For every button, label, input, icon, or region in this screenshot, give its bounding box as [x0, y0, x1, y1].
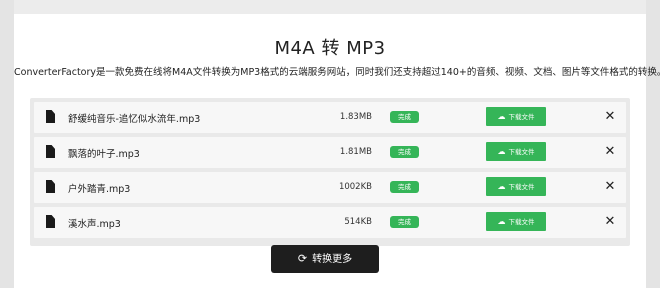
page-margin-left — [0, 0, 14, 288]
file-icon — [46, 145, 55, 158]
cloud-download-icon: ☁ — [497, 217, 506, 226]
download-label: 下载文件 — [508, 113, 535, 121]
page-title: M4A 转 MP3 — [274, 38, 386, 59]
download-button[interactable]: ☁ 下载文件 — [486, 107, 546, 126]
file-size: 1.81MB — [339, 147, 372, 157]
cloud-download-icon: ☁ — [497, 182, 506, 191]
file-name: 舒缓纯音乐-追忆似水流年.mp3 — [68, 114, 201, 125]
file-row: 飘落的叶子.mp3 1.81MB 完成 ☁ 下载文件 ✕ — [34, 137, 626, 168]
download-label: 下载文件 — [508, 148, 535, 156]
download-label: 下载文件 — [508, 183, 535, 191]
convert-more-button[interactable]: ⟳ 转换更多 — [271, 245, 379, 273]
file-size: 1.83MB — [339, 112, 372, 122]
cloud-download-icon: ☁ — [497, 112, 506, 121]
file-row: 户外踏青.mp3 1002KB 完成 ☁ 下载文件 ✕ — [34, 172, 626, 203]
file-list: 舒缓纯音乐-追忆似水流年.mp3 1.83MB 完成 ☁ 下载文件 ✕ 飘落的叶子… — [30, 98, 630, 246]
file-icon — [46, 180, 55, 193]
status-badge: 完成 — [390, 216, 419, 228]
cloud-download-icon: ☁ — [497, 147, 506, 156]
file-icon — [46, 110, 55, 123]
page-margin-right — [646, 0, 660, 288]
close-icon[interactable]: ✕ — [602, 143, 618, 161]
close-icon[interactable]: ✕ — [602, 213, 618, 231]
download-button[interactable]: ☁ 下载文件 — [486, 212, 546, 231]
close-icon[interactable]: ✕ — [602, 108, 618, 126]
file-name: 飘落的叶子.mp3 — [68, 149, 140, 160]
status-badge: 完成 — [390, 181, 419, 193]
close-icon[interactable]: ✕ — [602, 178, 618, 196]
file-name: 溪水声.mp3 — [68, 219, 121, 230]
download-label: 下载文件 — [508, 218, 535, 226]
file-size: 1002KB — [338, 182, 372, 192]
converter-panel: M4A 转 MP3 ConverterFactory是一款免费在线将M4A文件转… — [14, 14, 660, 288]
page-subtitle: ConverterFactory是一款免费在线将M4A文件转换为MP3格式的云端… — [14, 67, 660, 78]
convert-more-label: 转换更多 — [312, 254, 353, 265]
file-row: 舒缓纯音乐-追忆似水流年.mp3 1.83MB 完成 ☁ 下载文件 ✕ — [34, 102, 626, 133]
status-badge: 完成 — [390, 146, 419, 158]
status-badge: 完成 — [390, 111, 419, 123]
download-button[interactable]: ☁ 下载文件 — [486, 177, 546, 196]
file-row: 溪水声.mp3 514KB 完成 ☁ 下载文件 ✕ — [34, 207, 626, 238]
file-name: 户外踏青.mp3 — [68, 184, 131, 195]
download-button[interactable]: ☁ 下载文件 — [486, 142, 546, 161]
file-size: 514KB — [344, 217, 372, 227]
refresh-icon: ⟳ — [297, 252, 308, 265]
file-icon — [46, 215, 55, 228]
